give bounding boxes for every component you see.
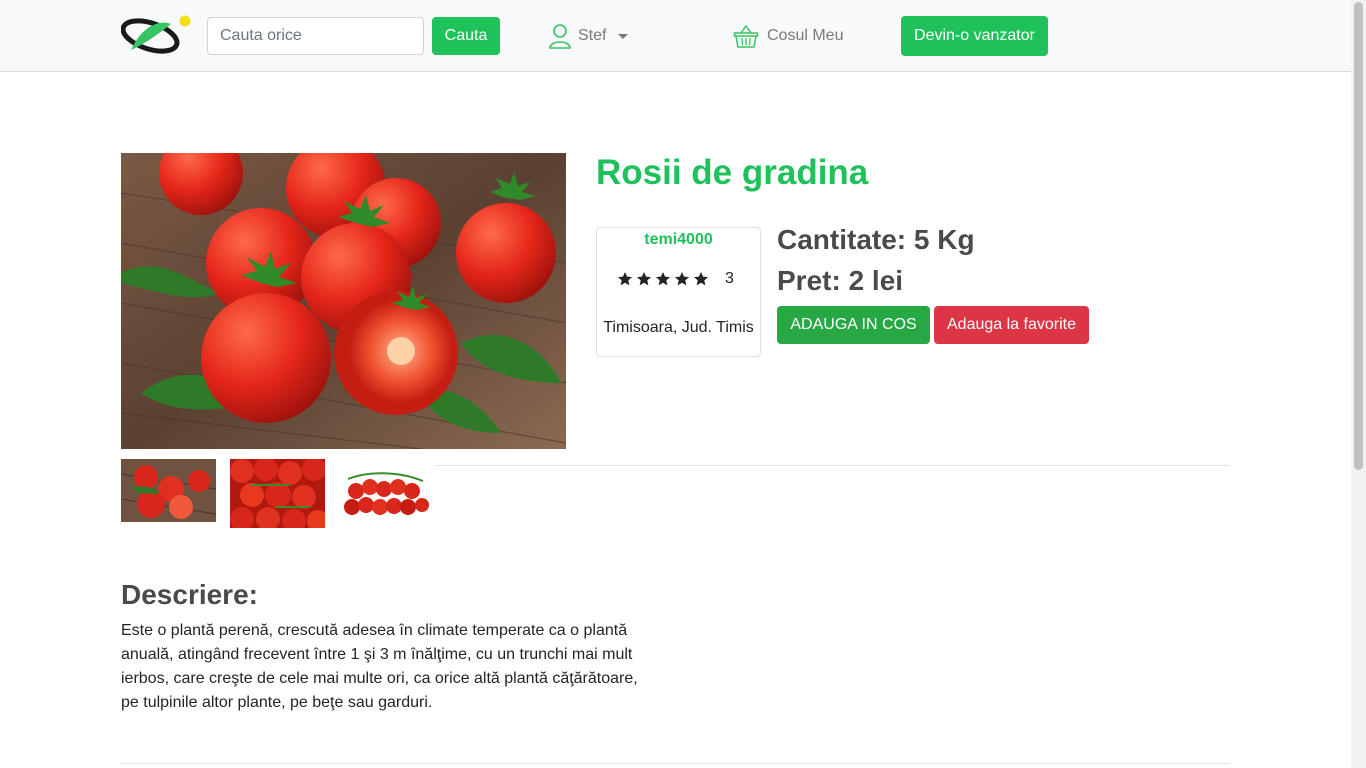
scrollbar-thumb[interactable] xyxy=(1354,2,1363,470)
star-icon xyxy=(674,272,690,286)
seller-rating: 3 xyxy=(617,270,734,288)
cart-link[interactable]: Cosul Meu xyxy=(733,22,843,50)
add-to-favorites-button[interactable]: Adauga la favorite xyxy=(934,306,1089,344)
section-divider xyxy=(121,763,1230,764)
rating-count: 3 xyxy=(725,270,734,287)
chevron-down-icon xyxy=(618,33,629,39)
user-name: Stef xyxy=(578,27,607,44)
cart-label: Cosul Meu xyxy=(767,27,844,44)
seller-card: temi4000 3 Timisoara, Jud. Timis xyxy=(596,227,761,357)
user-menu-dropdown[interactable]: Stef xyxy=(548,22,629,50)
rating-stars xyxy=(617,271,709,287)
seller-name-link[interactable]: temi4000 xyxy=(597,231,760,249)
star-icon xyxy=(655,272,671,286)
product-thumbnail[interactable] xyxy=(338,459,433,522)
navbar: Cauta Stef Cosul Meu Devin-o vanzator xyxy=(0,0,1351,72)
product-thumbnail[interactable] xyxy=(230,459,325,528)
description-heading: Descriere: xyxy=(121,579,258,610)
basket-icon xyxy=(733,24,759,48)
product-title: Rosii de gradina xyxy=(596,153,869,192)
logo[interactable] xyxy=(120,14,193,58)
seller-location: Timisoara, Jud. Timis xyxy=(603,319,754,336)
become-vendor-button[interactable]: Devin-o vanzator xyxy=(901,16,1048,56)
product-quantity: Cantitate: 5 Kg xyxy=(777,224,975,255)
section-divider xyxy=(435,465,1230,466)
page: Cauta Stef Cosul Meu Devin-o vanzator xyxy=(0,0,1366,768)
star-icon xyxy=(636,272,652,286)
search-input[interactable] xyxy=(207,17,424,55)
logo-icon xyxy=(120,15,191,54)
user-icon xyxy=(549,24,571,49)
product-main-image xyxy=(121,153,566,449)
vertical-scrollbar[interactable] xyxy=(1351,0,1366,768)
star-icon xyxy=(693,272,709,286)
add-to-cart-button[interactable]: ADAUGA IN COS xyxy=(777,306,930,344)
product-price: Pret: 2 lei xyxy=(777,265,904,296)
product-thumbnail[interactable] xyxy=(121,459,216,522)
search-button[interactable]: Cauta xyxy=(432,17,500,55)
star-icon xyxy=(617,272,633,286)
description-text: Este o plantă perenă, crescută adesea în… xyxy=(121,622,638,711)
